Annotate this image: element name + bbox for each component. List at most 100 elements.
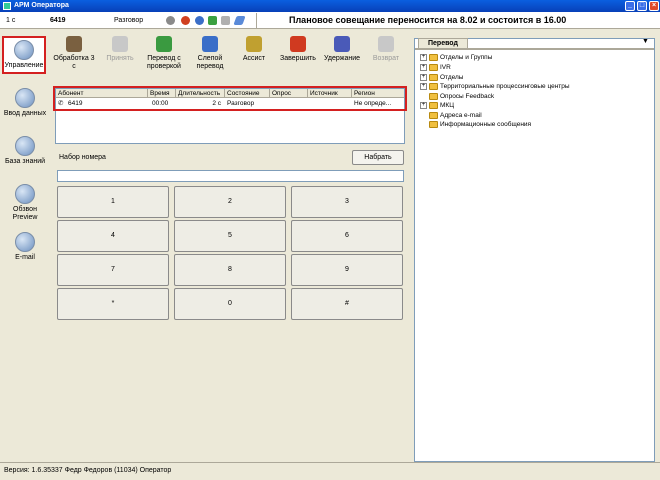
expand-icon[interactable]: + — [420, 63, 427, 71]
tree-item[interactable]: + Отделы и Группы — [420, 53, 492, 62]
tree-item[interactable]: + IVR — [420, 63, 451, 72]
nav-data-entry[interactable]: Ввод данных — [0, 84, 50, 117]
tree-item-label: Адреса e-mail — [440, 112, 482, 119]
tree-item[interactable]: + Отделы — [420, 73, 463, 82]
close-button[interactable]: × — [649, 1, 659, 11]
key-star[interactable]: * — [57, 288, 169, 320]
nav-label: Обзвон Preview — [12, 206, 38, 221]
toolbar-return-button[interactable]: Возврат — [364, 36, 408, 63]
announcement: Плановое совещание переносится на 8.02 и… — [256, 13, 612, 28]
nav-knowledge-base[interactable]: База знаний — [0, 132, 50, 165]
tree-item-label: МКЦ — [440, 102, 455, 109]
toolbar-label: Завершить — [280, 55, 316, 62]
toolbar-accept-button[interactable]: Принять — [98, 36, 142, 63]
blind-transfer-icon — [202, 36, 218, 52]
call-state: Разговор — [114, 17, 144, 24]
phone-icon — [14, 40, 34, 60]
toolbar-label: Перевод с проверкой — [147, 55, 181, 70]
bottom-status-bar: Версия: 1.6.35337 Федр Федоров (11034) О… — [0, 462, 660, 480]
tree-item-label: Отделы и Группы — [440, 54, 493, 61]
tab-underline — [415, 48, 654, 50]
expand-icon[interactable]: + — [420, 53, 427, 61]
envelope-icon — [15, 232, 35, 252]
nav-preview-dialing[interactable]: Обзвон Preview — [0, 180, 50, 222]
dial-button[interactable]: Набрать — [352, 150, 404, 165]
expand-icon[interactable]: + — [420, 82, 427, 90]
operator-icon — [66, 36, 82, 52]
hangup-icon — [290, 36, 306, 52]
toolbar-label: Слепой перевод — [196, 55, 224, 70]
call-toolbar: Обработка 3 с Принять Перевод с проверко… — [52, 32, 407, 86]
globe-icon — [15, 184, 35, 204]
key-0[interactable]: 0 — [174, 288, 286, 320]
tree-item[interactable]: Информационные сообщения — [420, 120, 531, 129]
nav-label: Управление — [4, 62, 44, 69]
consult-transfer-icon — [156, 36, 172, 52]
tree-item[interactable]: + МКЦ — [420, 101, 454, 110]
key-9[interactable]: 9 — [291, 254, 403, 286]
tree-item[interactable]: + Территориальные процессинговые центры — [420, 82, 570, 91]
key-1[interactable]: 1 — [57, 186, 169, 218]
expand-icon[interactable]: + — [420, 73, 427, 81]
active-number: 6419 — [50, 17, 66, 24]
dial-number-input[interactable] — [57, 170, 404, 182]
key-7[interactable]: 7 — [57, 254, 169, 286]
call-timer: 1 с — [6, 17, 16, 24]
window-title: АРМ Оператора — [14, 2, 69, 9]
message-status-icon — [221, 16, 230, 25]
folder-icon — [429, 111, 438, 119]
key-8[interactable]: 8 — [174, 254, 286, 286]
toolbar-hold-button[interactable]: Удержание — [320, 36, 364, 63]
maximize-button[interactable]: □ — [637, 1, 647, 11]
key-6[interactable]: 6 — [291, 220, 403, 252]
assist-icon — [246, 36, 262, 52]
toolbar-label: Удержание — [323, 55, 360, 62]
key-2[interactable]: 2 — [174, 186, 286, 218]
key-4[interactable]: 4 — [57, 220, 169, 252]
folder-icon — [429, 120, 438, 128]
toolbar-processing-button[interactable]: Обработка 3 с — [52, 36, 96, 71]
tree-item-label: Территориальные процессинговые центры — [440, 83, 570, 90]
nav-label: E-mail — [15, 254, 35, 261]
panel-menu-icon[interactable]: ▼ — [642, 38, 649, 45]
return-icon — [378, 36, 394, 52]
transfer-status-icon — [195, 16, 204, 25]
left-navigation: Управление Ввод данных База знаний Обзво… — [0, 32, 50, 462]
folder-icon — [429, 63, 438, 71]
nav-management[interactable]: Управление — [2, 36, 46, 74]
hold-icon — [334, 36, 350, 52]
minimize-button[interactable]: _ — [625, 1, 635, 11]
toolbar-assist-button[interactable]: Ассист — [232, 36, 276, 63]
phone-status-icon — [166, 16, 175, 25]
version-info: Версия: 1.6.35337 Федр Федоров (11034) О… — [4, 467, 172, 474]
tree-item[interactable]: Опросы Feedback — [420, 92, 494, 101]
nav-label: Ввод данных — [3, 110, 47, 117]
expand-icon[interactable]: + — [420, 101, 427, 109]
pencil-icon — [15, 88, 35, 108]
folder-icon — [429, 53, 438, 61]
tree-item-label: Информационные сообщения — [440, 121, 532, 128]
key-5[interactable]: 5 — [174, 220, 286, 252]
nav-label: База знаний — [4, 158, 46, 165]
toolbar-label: Ассист — [242, 55, 266, 62]
info-icon — [15, 136, 35, 156]
key-hash[interactable]: # — [291, 288, 403, 320]
nav-email[interactable]: E-mail — [0, 228, 50, 261]
toolbar-blind-transfer-button[interactable]: Слепой перевод — [188, 36, 232, 71]
tree-item-label: IVR — [440, 64, 451, 71]
folder-icon — [429, 82, 438, 90]
key-3[interactable]: 3 — [291, 186, 403, 218]
toolbar-hangup-button[interactable]: Завершить — [276, 36, 320, 63]
tree-item-label: Отделы — [440, 74, 464, 81]
info-status-icon — [208, 16, 217, 25]
folder-icon — [429, 92, 438, 100]
selection-highlight — [53, 86, 407, 111]
toolbar-consult-transfer-button[interactable]: Перевод с проверкой — [142, 36, 186, 71]
tree-item-label: Опросы Feedback — [440, 93, 495, 100]
title-bar: АРМ Оператора _ □ × — [0, 0, 660, 12]
hangup-status-icon — [181, 16, 190, 25]
dial-label: Набор номера — [59, 154, 106, 161]
phone-accept-icon — [112, 36, 128, 52]
folder-icon — [429, 101, 438, 109]
tree-item[interactable]: Адреса e-mail — [420, 111, 482, 120]
